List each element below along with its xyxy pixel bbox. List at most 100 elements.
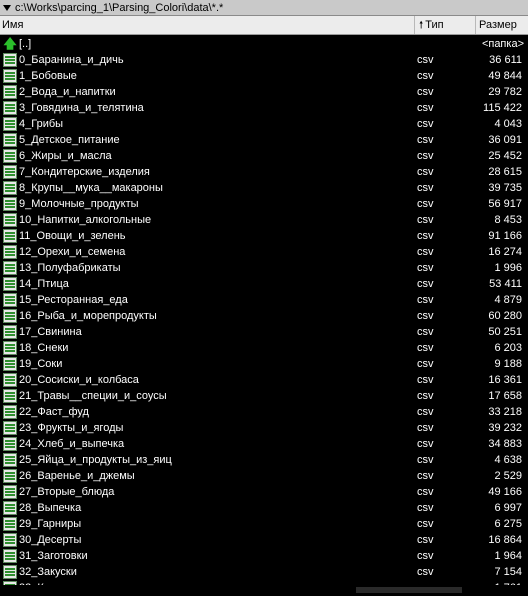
file-type: csv	[417, 470, 434, 482]
file-size: 49 844	[488, 70, 522, 82]
file-row[interactable]: 9_Молочные_продукты csv 56 917	[0, 196, 528, 212]
file-name: 31_Заготовки	[19, 550, 88, 562]
file-name: 28_Выпечка	[19, 502, 82, 514]
file-row[interactable]: 21_Травы__специи_и_соусы csv 17 658	[0, 388, 528, 404]
file-size: 39 735	[488, 182, 522, 194]
file-row[interactable]: 17_Свинина csv 50 251	[0, 324, 528, 340]
csv-file-icon	[3, 149, 17, 163]
file-type: csv	[417, 86, 434, 98]
file-row[interactable]: 18_Снеки csv 6 203	[0, 340, 528, 356]
csv-file-icon	[3, 85, 17, 99]
column-header: Имя 🠕 Тип Размер	[0, 16, 528, 35]
file-name: 26_Варенье_и_джемы	[19, 470, 135, 482]
csv-file-icon	[3, 277, 17, 291]
file-name: 15_Ресторанная_еда	[19, 294, 128, 306]
file-row[interactable]: 3_Говядина_и_телятина csv 115 422	[0, 100, 528, 116]
up-arrow-icon: 🡅	[3, 36, 17, 51]
file-size: 34 883	[488, 438, 522, 450]
file-name: 18_Снеки	[19, 342, 69, 354]
file-name: 17_Свинина	[19, 326, 82, 338]
file-size: 115 422	[483, 102, 522, 114]
file-row[interactable]: 29_Гарниры csv 6 275	[0, 516, 528, 532]
file-row[interactable]: 16_Рыба_и_морепродукты csv 60 280	[0, 308, 528, 324]
file-name: 16_Рыба_и_морепродукты	[19, 310, 157, 322]
path-bar[interactable]: c:\Works\parcing_1\Parsing_Colori\data\*…	[0, 0, 528, 16]
file-name: 4_Грибы	[19, 118, 64, 130]
file-row[interactable]: 7_Кондитерские_изделия csv 28 615	[0, 164, 528, 180]
file-name: 20_Сосиски_и_колбаса	[19, 374, 139, 386]
file-row[interactable]: 24_Хлеб_и_выпечка csv 34 883	[0, 436, 528, 452]
parent-dir-label: [..]	[19, 38, 32, 50]
column-size-header[interactable]: Размер	[476, 16, 528, 34]
file-size: 2 529	[494, 470, 522, 482]
file-row[interactable]: 0_Баранина_и_дичь csv 36 611	[0, 52, 528, 68]
csv-file-icon	[3, 69, 17, 83]
file-name: 1_Бобовые	[19, 70, 77, 82]
file-type: csv	[417, 374, 434, 386]
file-type: csv	[417, 278, 434, 290]
file-row[interactable]: 25_Яйца_и_продукты_из_яиц csv 4 638	[0, 452, 528, 468]
file-type: csv	[417, 118, 434, 130]
file-row[interactable]: 12_Орехи_и_семена csv 16 274	[0, 244, 528, 260]
csv-file-icon	[3, 437, 17, 451]
file-row[interactable]: 2_Вода_и_напитки csv 29 782	[0, 84, 528, 100]
file-row[interactable]: 19_Соки csv 9 188	[0, 356, 528, 372]
csv-file-icon	[3, 565, 17, 579]
file-row[interactable]: 8_Крупы__мука__макароны csv 39 735	[0, 180, 528, 196]
file-size: 4 638	[494, 454, 522, 466]
file-size: 60 280	[488, 310, 522, 322]
file-size: 49 166	[488, 486, 522, 498]
file-row[interactable]: 11_Овощи_и_зелень csv 91 166	[0, 228, 528, 244]
file-row[interactable]: 20_Сосиски_и_колбаса csv 16 361	[0, 372, 528, 388]
file-size: 1 996	[494, 262, 522, 274]
file-name: 0_Баранина_и_дичь	[19, 54, 124, 66]
file-name: 3_Говядина_и_телятина	[19, 102, 144, 114]
file-size: 17 658	[488, 390, 522, 402]
scrollbar-thumb[interactable]	[356, 587, 462, 593]
file-name: 12_Орехи_и_семена	[19, 246, 126, 258]
csv-file-icon	[3, 517, 17, 531]
file-name: 13_Полуфабрикаты	[19, 262, 121, 274]
file-row[interactable]: 10_Напитки_алкогольные csv 8 453	[0, 212, 528, 228]
file-row[interactable]: 32_Закуски csv 7 154	[0, 564, 528, 580]
file-row[interactable]: 5_Детское_питание csv 36 091	[0, 132, 528, 148]
path-dropdown-icon[interactable]	[2, 3, 12, 13]
file-row[interactable]: 14_Птица csv 53 411	[0, 276, 528, 292]
horizontal-scrollbar[interactable]	[0, 585, 528, 595]
file-row[interactable]: 31_Заготовки csv 1 964	[0, 548, 528, 564]
file-row[interactable]: 1_Бобовые csv 49 844	[0, 68, 528, 84]
file-row[interactable]: 23_Фрукты_и_ягоды csv 39 232	[0, 420, 528, 436]
parent-dir-row[interactable]: 🡅 [..] <папка>	[0, 36, 528, 52]
file-type: csv	[417, 454, 434, 466]
file-row[interactable]: 28_Выпечка csv 6 997	[0, 500, 528, 516]
column-size-label: Размер	[479, 19, 517, 31]
csv-file-icon	[3, 533, 17, 547]
file-type: csv	[417, 70, 434, 82]
csv-file-icon	[3, 165, 17, 179]
csv-file-icon	[3, 213, 17, 227]
file-size: 56 917	[488, 198, 522, 210]
file-size: 91 166	[488, 230, 522, 242]
file-row[interactable]: 26_Варенье_и_джемы csv 2 529	[0, 468, 528, 484]
file-row[interactable]: 22_Фаст_фуд csv 33 218	[0, 404, 528, 420]
file-name: 5_Детское_питание	[19, 134, 120, 146]
file-row[interactable]: 6_Жиры_и_масла csv 25 452	[0, 148, 528, 164]
file-type: csv	[417, 422, 434, 434]
file-name: 2_Вода_и_напитки	[19, 86, 116, 98]
csv-file-icon	[3, 197, 17, 211]
file-row[interactable]: 13_Полуфабрикаты csv 1 996	[0, 260, 528, 276]
column-type-header[interactable]: 🠕 Тип	[415, 16, 476, 34]
file-type: csv	[417, 262, 434, 274]
file-row[interactable]: 27_Вторые_блюда csv 49 166	[0, 484, 528, 500]
csv-file-icon	[3, 293, 17, 307]
file-size: 29 782	[488, 86, 522, 98]
csv-file-icon	[3, 453, 17, 467]
file-row[interactable]: 15_Ресторанная_еда csv 4 879	[0, 292, 528, 308]
column-name-label: Имя	[2, 19, 24, 31]
file-name: 32_Закуски	[19, 566, 77, 578]
file-size: 6 203	[494, 342, 522, 354]
file-row[interactable]: 4_Грибы csv 4 043	[0, 116, 528, 132]
file-row[interactable]: 30_Десерты csv 16 864	[0, 532, 528, 548]
column-name-header[interactable]: Имя	[0, 16, 415, 34]
file-size: 50 251	[488, 326, 522, 338]
